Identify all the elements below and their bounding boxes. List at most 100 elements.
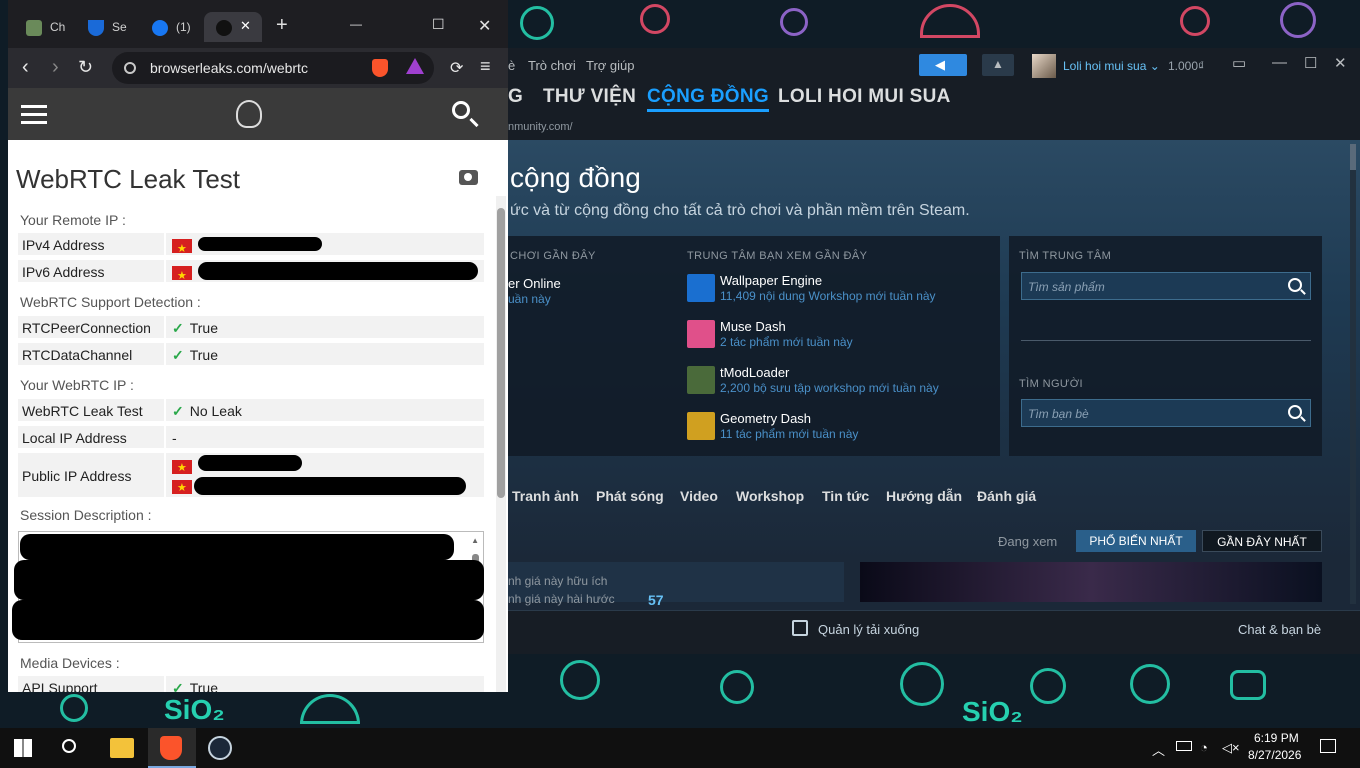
windows-start-icon[interactable] bbox=[14, 739, 32, 757]
hubs-header: TRUNG TÂM BẠN XEM GẦN ĐÂY bbox=[687, 250, 868, 262]
brave-shields-icon[interactable] bbox=[372, 59, 388, 77]
hub-title[interactable]: Geometry Dash bbox=[720, 411, 811, 426]
hub-sub[interactable]: 2,200 bộ sưu tập workshop mới tuần này bbox=[720, 381, 939, 395]
maximize-icon[interactable]: ☐ bbox=[432, 16, 445, 33]
recent-game-sub[interactable]: uần này bbox=[508, 292, 551, 306]
steam-menu-item[interactable]: è bbox=[508, 58, 515, 73]
popular-filter-button[interactable]: PHỔ BIẾN NHẤT bbox=[1076, 530, 1196, 552]
battery-icon[interactable] bbox=[1176, 741, 1192, 751]
browser-tab[interactable]: Se bbox=[80, 12, 132, 42]
forward-icon[interactable]: › bbox=[52, 56, 59, 79]
search-icon[interactable] bbox=[1288, 278, 1302, 292]
menu-icon[interactable]: ≡ bbox=[480, 56, 491, 77]
tab-broadcasts[interactable]: Phát sóng bbox=[596, 488, 664, 504]
hub-sub[interactable]: 11,409 nội dung Workshop mới tuần này bbox=[720, 289, 936, 303]
address-bar[interactable]: browserleaks.com/webrtc bbox=[112, 52, 434, 84]
tab-videos[interactable]: Video bbox=[680, 488, 718, 504]
steam-menu-games[interactable]: Trò chơi bbox=[528, 58, 576, 73]
hub-sub[interactable]: 11 tác phẩm mới tuần này bbox=[720, 427, 858, 441]
notification-center-icon[interactable] bbox=[1320, 739, 1336, 753]
people-search-input[interactable]: Tìm bạn bè bbox=[1021, 399, 1311, 427]
browser-tab-active[interactable]: ✕ bbox=[204, 12, 262, 42]
redaction-mark bbox=[198, 262, 478, 280]
page-scrollbar[interactable] bbox=[496, 196, 506, 692]
brave-icon[interactable] bbox=[160, 736, 182, 760]
chevron-up-icon[interactable]: ︿ bbox=[1152, 740, 1165, 759]
search-icon[interactable] bbox=[452, 101, 470, 119]
wallpaper-doodle bbox=[300, 694, 360, 724]
close-icon[interactable]: ✕ bbox=[478, 16, 491, 36]
camera-icon[interactable] bbox=[459, 170, 478, 185]
close-icon[interactable]: ✕ bbox=[1334, 54, 1347, 72]
steam-url-text: nmunity.com/ bbox=[508, 121, 573, 133]
volume-muted-icon[interactable]: ◁× bbox=[1222, 740, 1240, 756]
tab-news[interactable]: Tin tức bbox=[822, 488, 869, 504]
hub-title[interactable]: Wallpaper Engine bbox=[720, 273, 822, 288]
clock-time[interactable]: 6:19 PM bbox=[1254, 731, 1299, 745]
nav-profile[interactable]: LOLI HOI MUI SUA bbox=[778, 86, 951, 108]
hamburger-icon[interactable] bbox=[21, 105, 47, 125]
fingerprint-logo-icon[interactable] bbox=[236, 100, 262, 128]
nav-library[interactable]: THƯ VIỆN bbox=[543, 86, 636, 108]
muse-dash-icon[interactable] bbox=[687, 320, 715, 348]
browser-tab[interactable]: (1) bbox=[144, 12, 200, 42]
brave-rewards-icon[interactable] bbox=[406, 58, 424, 74]
maximize-icon[interactable]: ☐ bbox=[1304, 54, 1317, 72]
reload-icon[interactable]: ↻ bbox=[78, 57, 93, 78]
row-key: WebRTC Leak Test bbox=[22, 403, 143, 419]
row-key: RTCDataChannel bbox=[22, 347, 133, 363]
tmodloader-icon[interactable] bbox=[687, 366, 715, 394]
row-key: Public IP Address bbox=[22, 468, 132, 484]
scrollbar-thumb[interactable] bbox=[497, 208, 505, 498]
minimize-icon[interactable]: — bbox=[1272, 54, 1287, 71]
hub-sub[interactable]: 2 tác phẩm mới tuần này bbox=[720, 335, 853, 349]
textarea-scroll-up-icon[interactable]: ▲ bbox=[471, 536, 479, 545]
announcement-button[interactable]: ◀ bbox=[919, 54, 967, 76]
hub-title[interactable]: Muse Dash bbox=[720, 319, 786, 334]
tab-guides[interactable]: Hướng dẫn bbox=[886, 488, 962, 504]
tab-workshop[interactable]: Workshop bbox=[736, 488, 804, 504]
tab-artwork[interactable]: Tranh ảnh bbox=[512, 488, 579, 504]
steam-icon[interactable] bbox=[208, 736, 232, 760]
clock-date[interactable]: 8/27/2026 bbox=[1248, 748, 1301, 762]
page-content: WebRTC Leak Test Your Remote IP : IPv4 A… bbox=[8, 88, 508, 692]
avatar[interactable] bbox=[1032, 54, 1056, 78]
artwork-card[interactable] bbox=[860, 562, 1322, 602]
recent-filter-button[interactable]: GẦN ĐÂY NHẤT bbox=[1202, 530, 1322, 552]
steam-scrollbar[interactable] bbox=[1350, 144, 1356, 604]
recent-game-title[interactable]: er Online bbox=[508, 276, 561, 291]
new-tab-button[interactable]: + bbox=[276, 14, 288, 37]
search-icon[interactable] bbox=[1288, 405, 1302, 419]
row-value: - bbox=[164, 426, 177, 450]
username-dropdown[interactable]: Loli hoi mui sua ⌄ bbox=[1063, 59, 1160, 73]
scrollbar-thumb[interactable] bbox=[1350, 144, 1356, 170]
download-icon[interactable] bbox=[792, 620, 808, 636]
hub-title[interactable]: tModLoader bbox=[720, 365, 789, 380]
find-people-header: TÌM NGƯỜI bbox=[1019, 378, 1083, 390]
tab-reviews[interactable]: Đánh giá bbox=[977, 488, 1036, 504]
nav-community[interactable]: CỘNG ĐỒNG bbox=[647, 86, 769, 112]
review-card[interactable]: nh giá này hữu ích nh giá này hài hước 5… bbox=[508, 562, 844, 608]
hub-search-input[interactable]: Tìm sản phẩm bbox=[1021, 272, 1311, 300]
big-picture-icon[interactable]: ▭ bbox=[1232, 54, 1246, 72]
url-text[interactable]: browserleaks.com/webrtc bbox=[150, 60, 308, 76]
search-icon[interactable] bbox=[62, 739, 76, 753]
wallpaper-engine-icon[interactable] bbox=[687, 274, 715, 302]
nav-store[interactable]: G bbox=[508, 86, 523, 108]
site-info-icon[interactable] bbox=[124, 62, 136, 74]
notification-button[interactable]: ▲ bbox=[982, 54, 1014, 76]
content-tabs: Tranh ảnh Phát sóng Video Workshop Tin t… bbox=[508, 480, 1360, 510]
back-icon[interactable]: ‹ bbox=[22, 56, 29, 79]
steam-menu-help[interactable]: Trợ giúp bbox=[586, 58, 635, 73]
minimize-icon[interactable]: — bbox=[350, 17, 362, 31]
geometry-dash-icon[interactable] bbox=[687, 412, 715, 440]
downloads-button[interactable]: Quản lý tải xuống bbox=[818, 622, 919, 637]
wifi-icon[interactable]: ◔ bbox=[1200, 740, 1208, 755]
vpn-icon[interactable]: ⟳ bbox=[450, 58, 463, 78]
browser-tab[interactable]: Ch bbox=[18, 12, 76, 42]
row-value-text: True bbox=[189, 347, 219, 363]
friends-chat-button[interactable]: Chat & bạn bè bbox=[1238, 622, 1321, 637]
close-icon[interactable]: ✕ bbox=[240, 18, 251, 34]
divider bbox=[1021, 340, 1311, 341]
file-explorer-icon[interactable] bbox=[110, 738, 134, 758]
